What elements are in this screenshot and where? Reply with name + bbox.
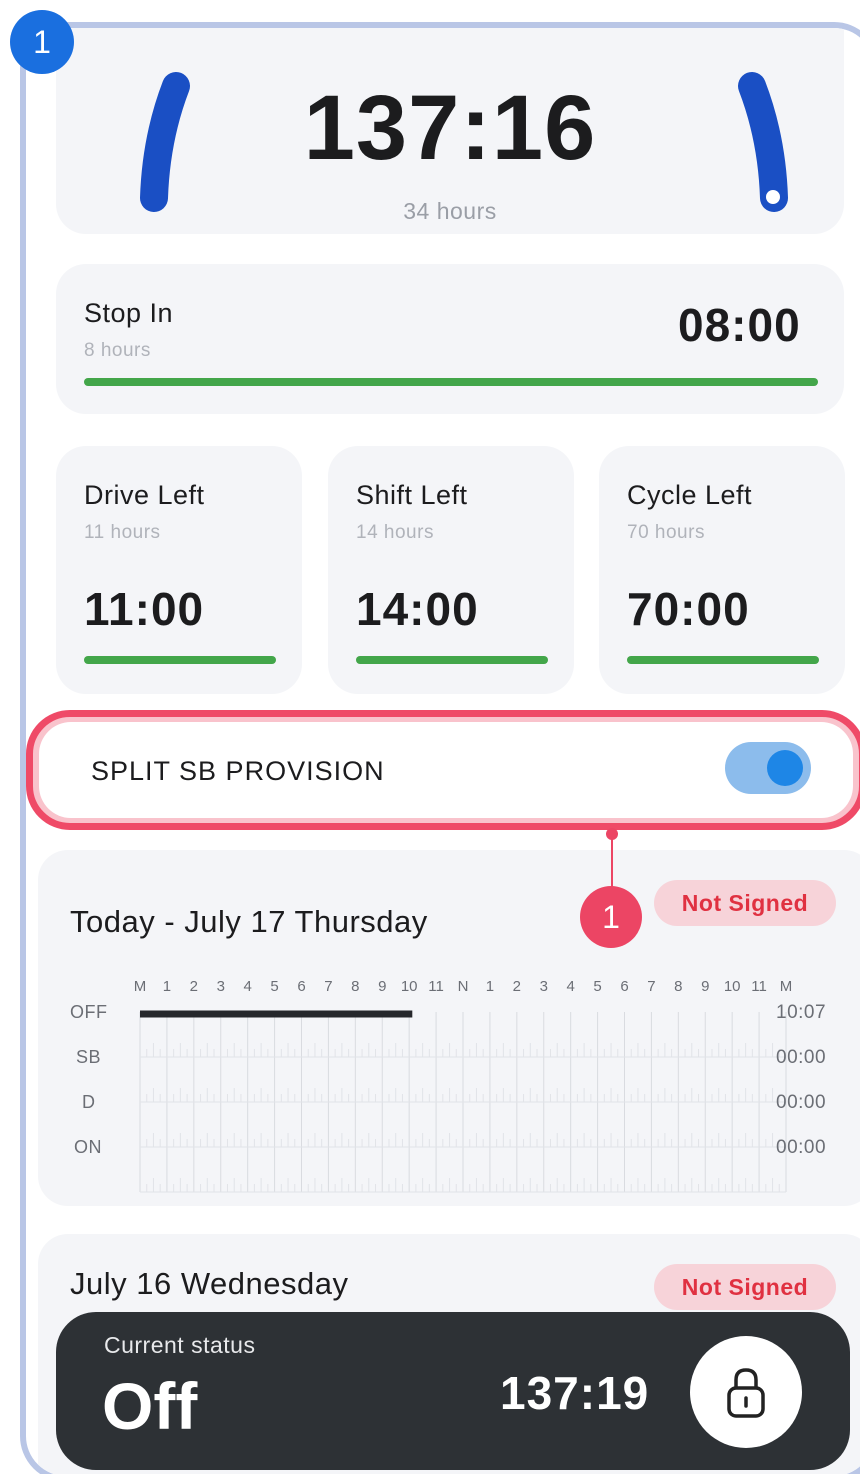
app-screen: Disconnected 137:16 34 hours Stop In 8 h… — [26, 28, 860, 1474]
current-status-label: Current status — [104, 1332, 256, 1358]
stop-in-card[interactable]: Stop In 8 hours 08:00 — [56, 264, 844, 414]
row-total-d: 00:00 — [776, 1092, 827, 1113]
current-status-time: 137:19 — [500, 1367, 650, 1419]
current-status-bar[interactable]: Current status Off 137:19 — [56, 1312, 850, 1470]
stop-in-sub: 8 hours — [84, 340, 151, 361]
prev-log-title: July 16 Wednesday — [70, 1266, 349, 1301]
cycle-left-card[interactable]: Cycle Left 70 hours 70:00 — [599, 446, 845, 694]
shift-left-sub: 14 hours — [356, 522, 434, 543]
cycle-left-sub: 70 hours — [627, 522, 705, 543]
cycle-left-time: 70:00 — [627, 583, 750, 635]
drive-left-time: 11:00 — [84, 583, 205, 635]
phone-frame: Disconnected 137:16 34 hours Stop In 8 h… — [20, 22, 860, 1474]
today-log-card[interactable]: Today - July 17 Thursday Not Signed M123… — [38, 850, 860, 1206]
drive-left-label: Drive Left — [84, 480, 205, 510]
drive-left-card[interactable]: Drive Left 11 hours 11:00 — [56, 446, 302, 694]
shift-left-progress — [356, 656, 548, 664]
row-total-on: 00:00 — [776, 1137, 827, 1158]
stop-in-time: 08:00 — [678, 299, 801, 351]
cycle-left-progress — [627, 656, 819, 664]
row-total-sb: 00:00 — [776, 1047, 827, 1068]
prev-status-badge: Not Signed — [654, 1264, 836, 1310]
lock-icon — [727, 1368, 765, 1418]
split-sb-toggle[interactable] — [725, 742, 811, 794]
shift-left-card[interactable]: Shift Left 14 hours 14:00 — [328, 446, 574, 694]
cycle-left-label: Cycle Left — [627, 480, 753, 510]
split-sb-highlight: SPLIT SB PROVISION — [26, 710, 860, 830]
stop-in-label: Stop In — [84, 298, 174, 328]
step-badge: 1 — [10, 10, 74, 74]
shift-left-label: Shift Left — [356, 480, 468, 510]
annotation-connector — [611, 834, 613, 890]
log-grid — [139, 1010, 787, 1193]
split-sb-row[interactable]: SPLIT SB PROVISION — [39, 722, 853, 818]
stop-in-progress — [84, 378, 818, 386]
split-sb-label: SPLIT SB PROVISION — [91, 756, 385, 786]
current-status-value: Off — [102, 1369, 198, 1443]
row-total-off: 10:07 — [776, 1002, 827, 1023]
cycle-gauge-card: 137:16 34 hours — [56, 28, 844, 234]
drive-left-sub: 11 hours — [84, 522, 161, 543]
toggle-knob — [767, 750, 803, 786]
drive-left-progress — [84, 656, 276, 664]
gauge-subtitle: 34 hours — [403, 198, 497, 224]
annotation-marker: 1 — [580, 886, 642, 948]
shift-left-time: 14:00 — [356, 583, 479, 635]
lock-button[interactable] — [690, 1336, 802, 1448]
gauge-time: 137:16 — [303, 77, 597, 179]
